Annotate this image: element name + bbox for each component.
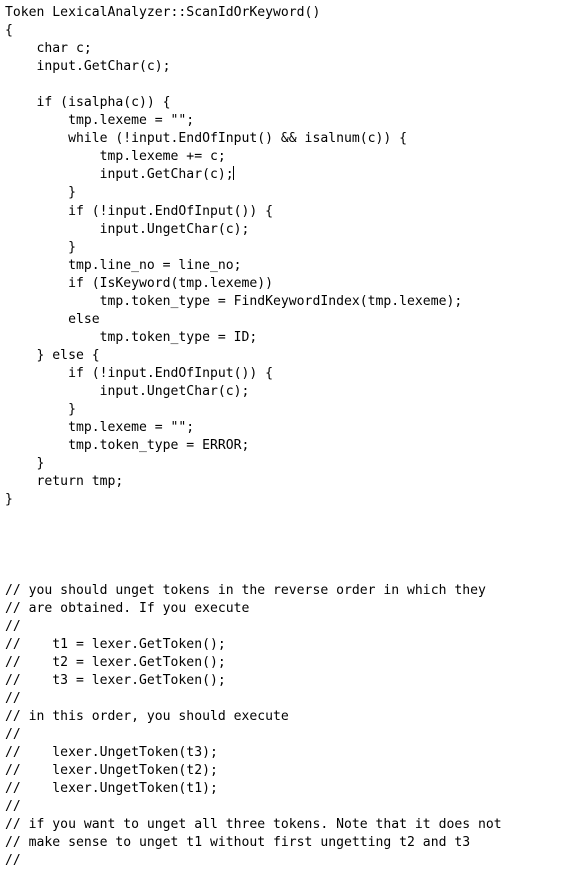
code-line[interactable]: // lexer.UngetToken(t1);: [5, 780, 563, 798]
code-line[interactable]: if (isalpha(c)) {: [5, 94, 563, 112]
code-line[interactable]: tmp.lexeme = "";: [5, 112, 563, 130]
code-line[interactable]: // make sense to unget t1 without first …: [5, 834, 563, 852]
code-line[interactable]: input.UngetChar(c);: [5, 383, 563, 401]
text-caret: [233, 166, 235, 181]
code-listing[interactable]: Token LexicalAnalyzer::ScanIdOrKeyword()…: [0, 0, 563, 871]
code-line[interactable]: [5, 563, 563, 581]
code-line[interactable]: [5, 527, 563, 545]
code-line[interactable]: tmp.line_no = line_no;: [5, 257, 563, 275]
code-line[interactable]: Token LexicalAnalyzer::ScanIdOrKeyword(): [5, 4, 563, 22]
code-line[interactable]: }: [5, 239, 563, 257]
code-line[interactable]: // t3 = lexer.GetToken();: [5, 672, 563, 690]
code-line[interactable]: if (!input.EndOfInput()) {: [5, 203, 563, 221]
code-line[interactable]: if (!input.EndOfInput()) {: [5, 365, 563, 383]
code-line[interactable]: [5, 545, 563, 563]
code-line[interactable]: input.UngetChar(c);: [5, 221, 563, 239]
code-line[interactable]: char c;: [5, 40, 563, 58]
code-line[interactable]: {: [5, 22, 563, 40]
code-editor-surface[interactable]: Token LexicalAnalyzer::ScanIdOrKeyword()…: [0, 0, 563, 884]
code-line[interactable]: // in this order, you should execute: [5, 708, 563, 726]
code-line[interactable]: // you should unget tokens in the revers…: [5, 582, 563, 600]
code-line[interactable]: [5, 509, 563, 527]
code-line[interactable]: // lexer.UngetToken(t2);: [5, 762, 563, 780]
code-line[interactable]: else: [5, 311, 563, 329]
code-line[interactable]: input.GetChar(c);: [5, 166, 563, 184]
code-line[interactable]: }: [5, 184, 563, 202]
code-line[interactable]: // t1 = lexer.GetToken();: [5, 636, 563, 654]
code-line[interactable]: }: [5, 455, 563, 473]
code-line[interactable]: [5, 76, 563, 94]
code-line[interactable]: tmp.token_type = FindKeywordIndex(tmp.le…: [5, 293, 563, 311]
code-line[interactable]: } else {: [5, 347, 563, 365]
code-line[interactable]: //: [5, 618, 563, 636]
code-line[interactable]: while (!input.EndOfInput() && isalnum(c)…: [5, 130, 563, 148]
code-line[interactable]: if (IsKeyword(tmp.lexeme)): [5, 275, 563, 293]
code-line[interactable]: input.GetChar(c);: [5, 58, 563, 76]
code-line[interactable]: //: [5, 690, 563, 708]
code-line[interactable]: //: [5, 726, 563, 744]
code-line[interactable]: //: [5, 798, 563, 816]
code-line[interactable]: }: [5, 491, 563, 509]
code-line[interactable]: // t2 = lexer.GetToken();: [5, 654, 563, 672]
code-line[interactable]: return tmp;: [5, 473, 563, 491]
code-line[interactable]: tmp.lexeme += c;: [5, 148, 563, 166]
code-line[interactable]: tmp.token_type = ERROR;: [5, 437, 563, 455]
code-line[interactable]: }: [5, 401, 563, 419]
code-line[interactable]: tmp.token_type = ID;: [5, 329, 563, 347]
code-line[interactable]: //: [5, 852, 563, 870]
code-line[interactable]: tmp.lexeme = "";: [5, 419, 563, 437]
code-line[interactable]: // lexer.UngetToken(t3);: [5, 744, 563, 762]
code-line[interactable]: // are obtained. If you execute: [5, 600, 563, 618]
code-line[interactable]: // if you want to unget all three tokens…: [5, 816, 563, 834]
